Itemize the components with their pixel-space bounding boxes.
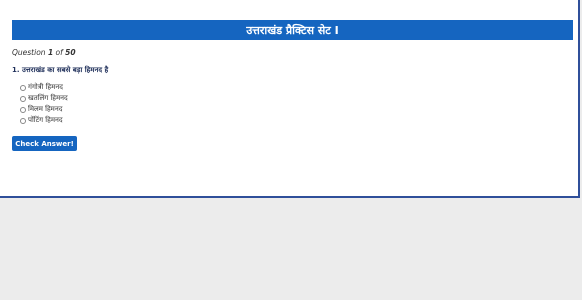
counter-current: 1 [47, 48, 54, 57]
counter-total: 50 [65, 48, 76, 57]
answer-option-4[interactable]: पोंटिंग हिमनद [20, 115, 68, 126]
radio-icon[interactable] [20, 84, 26, 91]
quiz-title: उत्तराखंड प्रैक्टिस सेट I [246, 23, 339, 37]
answer-option-1[interactable]: गंगोत्री हिमनद [20, 82, 68, 93]
answer-option-3[interactable]: मिलम हिमनद [20, 104, 68, 115]
check-answer-button[interactable]: Check Answer! [12, 136, 77, 151]
counter-of: of [55, 48, 63, 57]
question-text: 1. उत्तराखंड का सबसे बड़ा हिमनद है [12, 66, 109, 74]
answer-option-label: मिलम हिमनद [28, 105, 63, 113]
answer-option-label: पोंटिंग हिमनद [28, 116, 63, 124]
counter-prefix: Question [12, 48, 46, 57]
radio-icon[interactable] [20, 95, 26, 102]
quiz-panel: उत्तराखंड प्रैक्टिस सेट I Question 1 of … [0, 0, 580, 198]
answer-option-label: खतलिंग हिमनद [28, 94, 68, 102]
answer-option-2[interactable]: खतलिंग हिमनद [20, 93, 68, 104]
answer-options: गंगोत्री हिमनद खतलिंग हिमनद मिलम हिमनद प… [20, 82, 68, 126]
answer-option-label: गंगोत्री हिमनद [28, 83, 63, 91]
radio-icon[interactable] [20, 106, 26, 113]
quiz-title-banner: उत्तराखंड प्रैक्टिस सेट I [12, 20, 573, 40]
radio-icon[interactable] [20, 117, 26, 124]
question-counter: Question 1 of 50 [12, 48, 76, 57]
